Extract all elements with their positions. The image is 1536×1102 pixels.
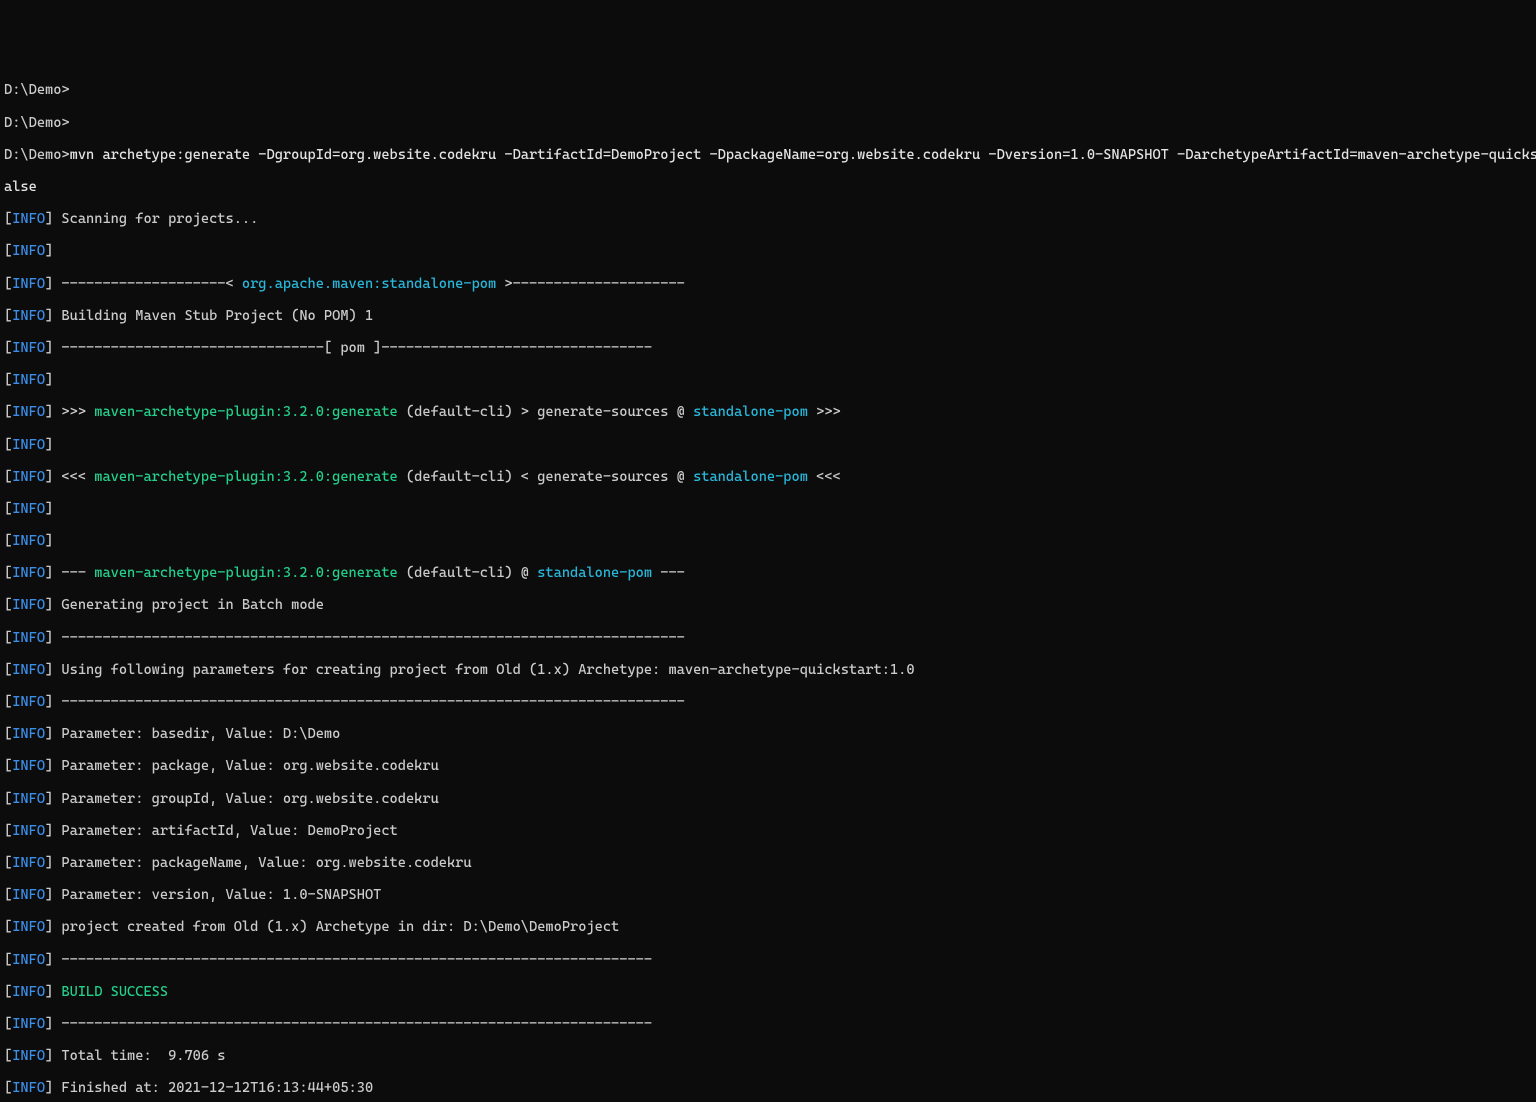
log-line: [INFO] Total time: 9.706 s (4, 1048, 1532, 1064)
log-line: [INFO] Parameter: packageName, Value: or… (4, 855, 1532, 871)
plugin-goal: maven-archetype-plugin:3.2.0:generate (94, 565, 398, 581)
info-tag: INFO (12, 823, 45, 839)
prompt: D:\Demo> (4, 147, 70, 163)
plugin-goal: maven-archetype-plugin:3.2.0:generate (94, 404, 398, 420)
log-text: Parameter: version, Value: 1.0-SNAPSHOT (61, 887, 381, 903)
log-line: [INFO] BUILD SUCCESS (4, 984, 1532, 1000)
log-line: [INFO] ---------------------------------… (4, 694, 1532, 710)
log-line: [INFO] --------------------------------[… (4, 340, 1532, 356)
log-line: [INFO] Using following parameters for cr… (4, 662, 1532, 678)
artifact-ref: standalone-pom (693, 404, 808, 420)
log-line: [INFO] Finished at: 2021-12-12T16:13:44+… (4, 1080, 1532, 1096)
info-tag: INFO (12, 243, 45, 259)
log-line: [INFO] Parameter: groupId, Value: org.we… (4, 791, 1532, 807)
log-line: [INFO] Parameter: package, Value: org.we… (4, 758, 1532, 774)
prompt-line: D:\Demo> (4, 82, 1532, 98)
prompt: D:\Demo> (4, 115, 70, 131)
info-tag: INFO (12, 565, 45, 581)
info-tag: INFO (12, 726, 45, 742)
info-tag: INFO (12, 276, 45, 292)
log-line: [INFO] ---------------------------------… (4, 630, 1532, 646)
command-line: D:\Demo>mvn archetype:generate -DgroupId… (4, 147, 1532, 163)
log-line: [INFO] Scanning for projects... (4, 211, 1532, 227)
log-line: [INFO] --- maven-archetype-plugin:3.2.0:… (4, 565, 1532, 581)
info-tag: INFO (12, 404, 45, 420)
info-tag: INFO (12, 1048, 45, 1064)
info-tag: INFO (12, 211, 45, 227)
separator: ----------------------------------------… (61, 1016, 652, 1032)
info-tag: INFO (12, 340, 45, 356)
info-tag: INFO (12, 372, 45, 388)
command-wrap: alse (4, 179, 1532, 195)
info-tag: INFO (12, 662, 45, 678)
log-line: [INFO] (4, 501, 1532, 517)
log-line: [INFO] Building Maven Stub Project (No P… (4, 308, 1532, 324)
separator: --------------------------------[ pom ]-… (61, 340, 652, 356)
log-line: [INFO] ---------------------------------… (4, 1016, 1532, 1032)
command-text: mvn archetype:generate -DgroupId=org.web… (70, 147, 1536, 163)
plugin-goal: maven-archetype-plugin:3.2.0:generate (94, 469, 398, 485)
artifact-ref: org.apache.maven:standalone-pom (242, 276, 496, 292)
log-text: Using following parameters for creating … (61, 662, 914, 678)
command-text: alse (4, 179, 37, 195)
log-line: [INFO] (4, 243, 1532, 259)
log-line: [INFO] <<< maven-archetype-plugin:3.2.0:… (4, 469, 1532, 485)
log-line: [INFO] ---------------------------------… (4, 952, 1532, 968)
separator: ----------------------------------------… (61, 694, 684, 710)
info-tag: INFO (12, 308, 45, 324)
log-line: [INFO] Parameter: artifactId, Value: Dem… (4, 823, 1532, 839)
info-tag: INFO (12, 952, 45, 968)
artifact-ref: standalone-pom (693, 469, 808, 485)
log-text: Parameter: packageName, Value: org.websi… (61, 855, 471, 871)
log-line: [INFO] --------------------< org.apache.… (4, 276, 1532, 292)
info-tag: INFO (12, 919, 45, 935)
info-tag: INFO (12, 855, 45, 871)
log-text: project created from Old (1.x) Archetype… (61, 919, 619, 935)
log-text: Building Maven Stub Project (No POM) 1 (61, 308, 373, 324)
info-tag: INFO (12, 533, 45, 549)
log-line: [INFO] Generating project in Batch mode (4, 597, 1532, 613)
info-tag: INFO (12, 630, 45, 646)
log-text: Total time: 9.706 s (61, 1048, 225, 1064)
info-tag: INFO (12, 791, 45, 807)
log-line: [INFO] Parameter: version, Value: 1.0-SN… (4, 887, 1532, 903)
log-line: [INFO] (4, 533, 1532, 549)
info-tag: INFO (12, 437, 45, 453)
info-tag: INFO (12, 887, 45, 903)
log-text: Generating project in Batch mode (61, 597, 324, 613)
prompt-line: D:\Demo> (4, 115, 1532, 131)
artifact-ref: standalone-pom (537, 565, 652, 581)
log-text: Finished at: 2021-12-12T16:13:44+05:30 (61, 1080, 373, 1096)
info-tag: INFO (12, 1080, 45, 1096)
log-line: [INFO] Parameter: basedir, Value: D:\Dem… (4, 726, 1532, 742)
info-tag: INFO (12, 694, 45, 710)
separator: ----------------------------------------… (61, 630, 684, 646)
info-tag: INFO (12, 501, 45, 517)
log-text: Parameter: basedir, Value: D:\Demo (61, 726, 340, 742)
separator: >--------------------- (496, 276, 685, 292)
info-tag: INFO (12, 984, 45, 1000)
info-tag: INFO (12, 469, 45, 485)
info-tag: INFO (12, 597, 45, 613)
prompt: D:\Demo> (4, 82, 70, 98)
log-line: [INFO] project created from Old (1.x) Ar… (4, 919, 1532, 935)
separator: --------------------< (61, 276, 241, 292)
info-tag: INFO (12, 758, 45, 774)
log-text: Parameter: groupId, Value: org.website.c… (61, 791, 438, 807)
log-text: Parameter: package, Value: org.website.c… (61, 758, 438, 774)
log-line: [INFO] (4, 372, 1532, 388)
build-success: BUILD SUCCESS (61, 984, 168, 1000)
log-line: [INFO] (4, 437, 1532, 453)
log-text: Parameter: artifactId, Value: DemoProjec… (61, 823, 397, 839)
separator: ----------------------------------------… (61, 952, 652, 968)
log-line: [INFO] >>> maven-archetype-plugin:3.2.0:… (4, 404, 1532, 420)
info-tag: INFO (12, 1016, 45, 1032)
log-text: Scanning for projects... (61, 211, 258, 227)
terminal-output[interactable]: D:\Demo> D:\Demo> D:\Demo>mvn archetype:… (4, 66, 1532, 1102)
